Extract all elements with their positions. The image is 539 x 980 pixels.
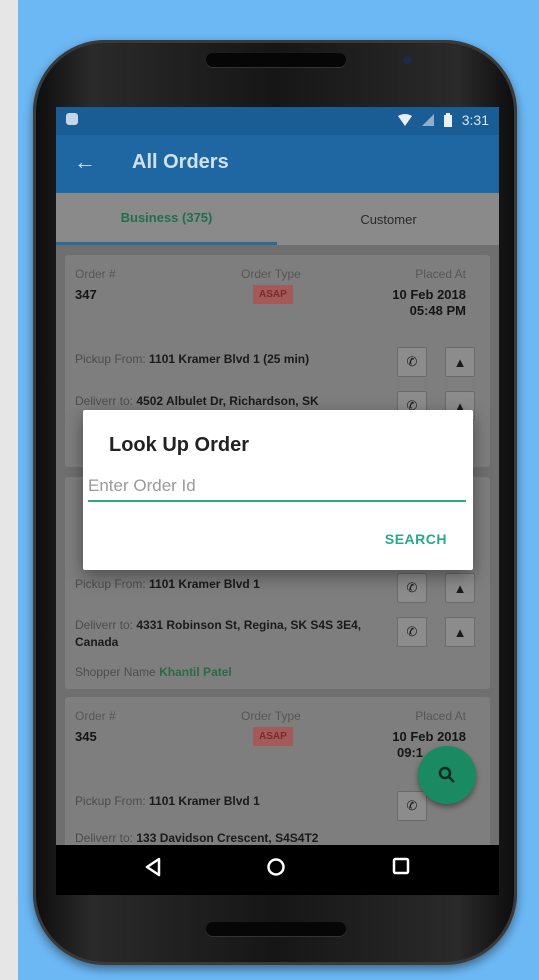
bottom-speaker (206, 922, 346, 936)
top-speaker (206, 53, 346, 67)
recents-nav-icon[interactable] (392, 857, 410, 875)
home-nav-icon[interactable] (266, 857, 286, 877)
left-background (0, 0, 18, 980)
phone-screen: 3:31 ← All Orders Business (375) Custome… (56, 107, 499, 895)
front-camera (403, 56, 412, 65)
dialog-title: Look Up Order (109, 434, 250, 456)
system-nav-bar (56, 845, 499, 895)
back-nav-icon[interactable] (144, 857, 162, 877)
order-id-input[interactable] (88, 472, 466, 502)
search-button[interactable]: SEARCH (385, 531, 447, 547)
lookup-order-dialog: Look Up Order SEARCH (83, 410, 473, 570)
